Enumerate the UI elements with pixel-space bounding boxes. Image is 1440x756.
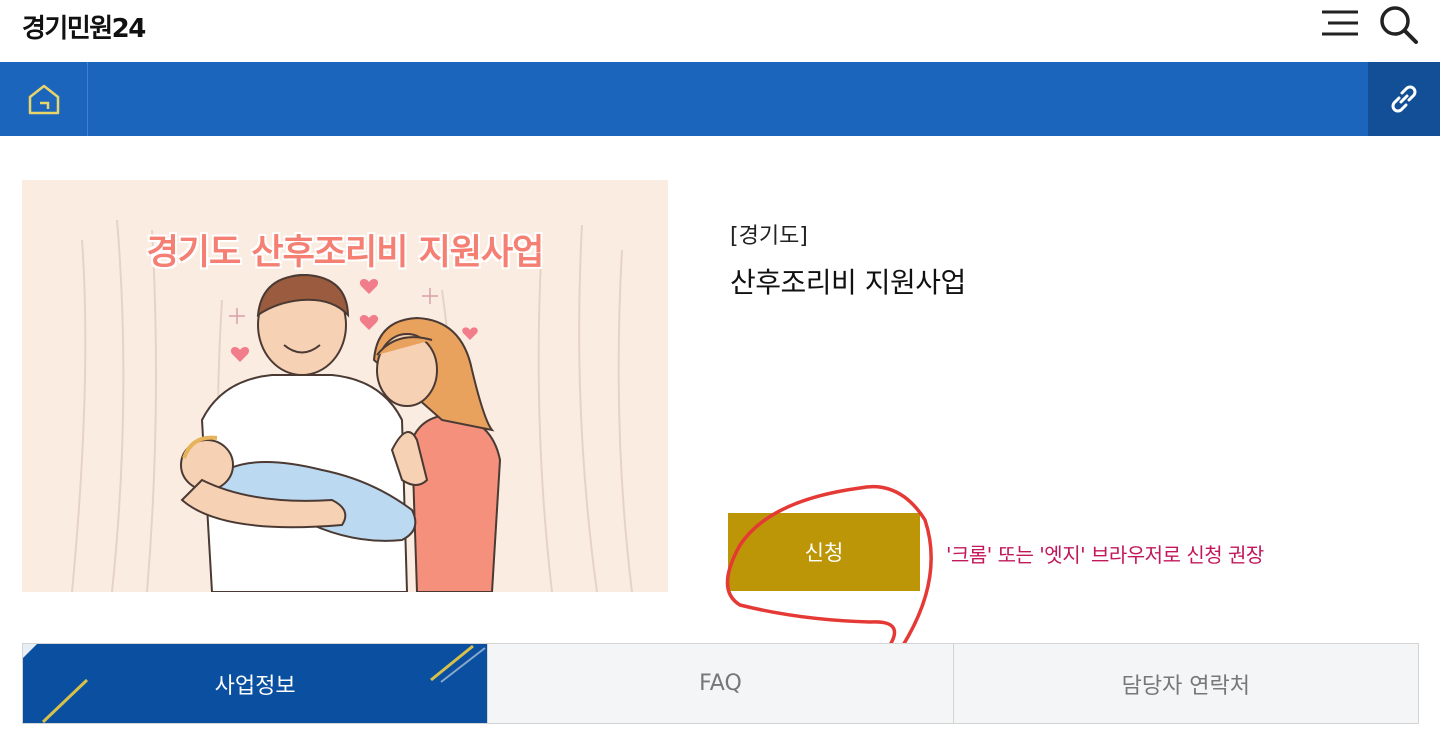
menu-button[interactable]	[1318, 8, 1360, 40]
site-logo[interactable]: 경기민원24	[22, 8, 146, 45]
hamburger-icon	[1322, 10, 1358, 36]
link-icon	[1391, 85, 1417, 113]
home-button[interactable]	[0, 62, 88, 136]
service-region: [경기도]	[730, 224, 808, 249]
service-banner-image: 경기도 산후조리비 지원사업	[22, 180, 668, 592]
browser-recommendation-note: '크롬' 또는 '엣지' 브라우저로 신청 권장	[946, 543, 1264, 567]
tab-label: FAQ	[699, 671, 742, 696]
home-icon	[28, 84, 60, 115]
tab-contact[interactable]: 담당자 연락처	[952, 644, 1418, 723]
top-header: 경기민원24	[0, 0, 1440, 62]
navigation-bar	[0, 62, 1440, 136]
search-icon	[1380, 6, 1418, 44]
share-link-button[interactable]	[1368, 62, 1440, 136]
tab-label: 사업정보	[214, 673, 296, 699]
tab-faq[interactable]: FAQ	[487, 644, 953, 723]
apply-button[interactable]: 신청	[728, 513, 920, 591]
tab-business-info[interactable]: 사업정보	[23, 644, 488, 723]
service-title: 산후조리비 지원사업	[730, 266, 966, 299]
banner-title: 경기도 산후조리비 지원사업	[146, 233, 545, 273]
search-button[interactable]	[1376, 2, 1420, 46]
tab-label: 담당자 연락처	[1121, 673, 1251, 699]
content-tabs: 사업정보 FAQ 담당자 연락처	[22, 643, 1419, 724]
